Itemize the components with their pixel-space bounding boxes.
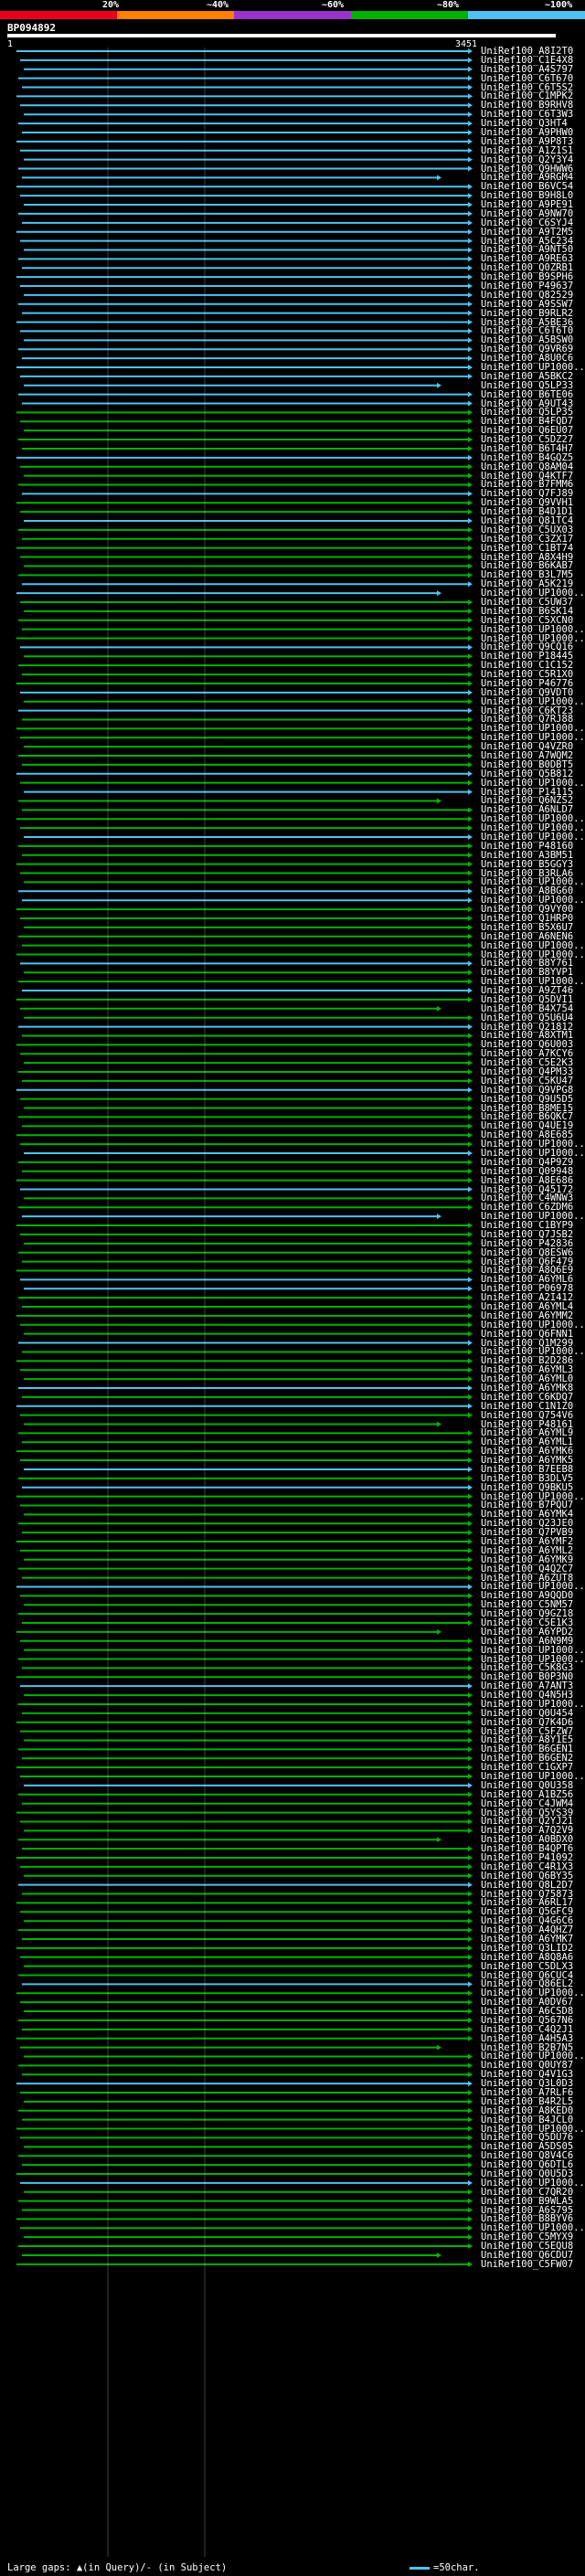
hit-label[interactable]: UniRef100_C5FW07: [481, 2259, 573, 2270]
gaps-legend: Large gaps: ▲(in Query)/- (in Subject): [7, 2562, 228, 2573]
scale-legend: =50char.: [410, 2562, 480, 2573]
scale-legend-label: =50char.: [433, 2562, 480, 2573]
scale-swatch: [410, 2566, 430, 2570]
hit-label-column: UniRef100_A8I2T0 UniRef100_C1E4X8 UniRef10…: [0, 0, 585, 2576]
